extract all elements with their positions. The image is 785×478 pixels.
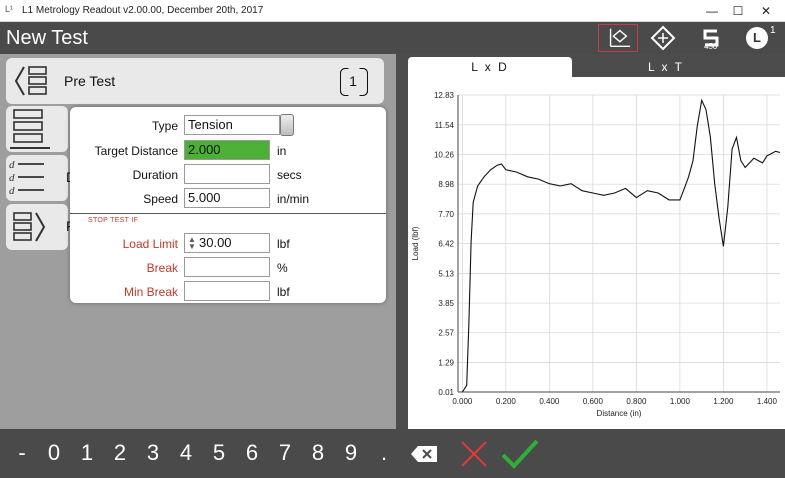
type-dropdown-button[interactable] xyxy=(280,114,294,136)
key-1[interactable]: 1 xyxy=(73,437,101,469)
key-2[interactable]: 2 xyxy=(106,437,134,469)
load-limit-input[interactable]: ▲ ▼ 30.00 xyxy=(184,233,270,253)
load-distance-chart: 0.01 1.29 2.57 3.85 5.13 6.42 7.70 8.98 10.26 11.… xyxy=(411,91,781,418)
key-3[interactable]: 3 xyxy=(139,437,167,469)
break-input[interactable] xyxy=(184,257,270,277)
step-row-post-test[interactable]: F xyxy=(6,204,75,250)
app-logo-icon: L¹ xyxy=(5,4,14,14)
step-number: 1 xyxy=(340,68,366,94)
tab-load-vs-time[interactable]: L x T xyxy=(586,57,746,77)
graph-area: 0.01 1.29 2.57 3.85 5.13 6.42 7.70 8.98 10.26 11.… xyxy=(408,77,785,429)
target-distance-label: Target Distance xyxy=(94,144,178,158)
cancel-icon[interactable] xyxy=(458,438,490,470)
duration-unit: secs xyxy=(277,168,302,182)
graph-pane: L x D L x T 0.01 1.29 2.57 3.85 5.13 6.42 7.70… xyxy=(396,54,785,429)
key-minus[interactable]: - xyxy=(8,437,36,469)
pre-test-step-icon xyxy=(14,66,47,96)
x-tick-label: 1.200 xyxy=(713,397,734,406)
y-tick-label: 12.83 xyxy=(434,91,455,100)
d-symbol-1: d xyxy=(9,159,15,171)
d-symbol-2: d xyxy=(9,172,15,184)
x-tick-label: 1.000 xyxy=(670,397,691,406)
x-tick-label: 0.200 xyxy=(496,397,517,406)
diamond-settings-icon[interactable] xyxy=(648,24,678,52)
page-title: New Test xyxy=(6,27,88,49)
y-tick-label: 7.70 xyxy=(438,210,454,219)
y-tick-label: 11.54 xyxy=(435,121,455,130)
speed-unit: in/min xyxy=(277,192,310,206)
user-avatar[interactable]: L xyxy=(746,27,768,49)
confirm-check-icon[interactable] xyxy=(500,438,540,470)
target-distance-input[interactable]: 2.000 xyxy=(184,140,270,160)
x-tick-label: 1.400 xyxy=(757,397,778,406)
key-7[interactable]: 7 xyxy=(271,437,299,469)
speed-input[interactable]: 5.000 xyxy=(184,188,270,208)
d-symbol-3: d xyxy=(9,185,15,197)
app-header: New Test 450 L 1 xyxy=(0,22,785,54)
y-axis-label: Load (lbf) xyxy=(411,226,420,260)
key-8[interactable]: 8 xyxy=(304,437,332,469)
target-distance-unit: in xyxy=(277,144,287,158)
stop-test-heading: STOP TEST IF xyxy=(88,217,139,224)
close-window-button[interactable]: ✕ xyxy=(754,2,778,20)
y-tick-label: 0.01 xyxy=(438,388,454,397)
y-tick-label: 2.57 xyxy=(438,329,454,338)
sample-counter: 450 xyxy=(704,42,718,51)
load-limit-unit: lbf xyxy=(277,237,290,251)
key-6[interactable]: 6 xyxy=(238,437,266,469)
step-row-pre-test[interactable]: Pre Test 1 xyxy=(6,58,384,104)
y-tick-label: 10.26 xyxy=(434,151,455,160)
window-titlebar: L¹ L1 Metrology Readout v2.00.00, Decemb… xyxy=(0,0,785,22)
x-axis-label: Distance (in) xyxy=(597,409,642,418)
keypad-bar: - 0 1 2 3 4 5 6 7 8 9 . xyxy=(0,429,785,478)
y-tick-label: 1.29 xyxy=(438,358,454,367)
x-tick-label: 0.000 xyxy=(452,397,473,406)
maximize-button[interactable]: ☐ xyxy=(726,2,750,20)
break-label: Break xyxy=(146,261,178,275)
distance-step-icon: d d d xyxy=(9,159,44,197)
backspace-icon[interactable] xyxy=(410,445,438,463)
min-break-label: Min Break xyxy=(123,285,178,299)
tab-load-vs-distance[interactable]: L x D xyxy=(408,57,572,77)
y-tick-label: 3.85 xyxy=(438,299,454,308)
min-break-unit: lbf xyxy=(277,285,290,299)
duration-label: Duration xyxy=(132,168,178,182)
step-row-test[interactable] xyxy=(6,106,68,152)
step-label: Pre Test xyxy=(64,73,116,89)
y-tick-label: 8.98 xyxy=(438,180,454,189)
x-tick-label: 0.400 xyxy=(539,397,560,406)
window-title: L1 Metrology Readout v2.00.00, December … xyxy=(22,5,264,16)
y-tick-label: 5.13 xyxy=(438,269,454,278)
min-break-input[interactable] xyxy=(184,281,270,301)
load-series-line xyxy=(461,98,781,393)
x-tick-label: 0.600 xyxy=(583,397,604,406)
test-settings-popup: Type Tension Target Distance 2.000 in Du… xyxy=(70,107,386,303)
section-divider xyxy=(70,213,386,214)
key-0[interactable]: 0 xyxy=(40,437,68,469)
y-tick-label: 6.42 xyxy=(438,240,454,249)
key-9[interactable]: 9 xyxy=(337,437,365,469)
type-label: Type xyxy=(151,119,178,133)
break-unit: % xyxy=(277,261,288,275)
speed-label: Speed xyxy=(143,192,178,206)
spinner-icon[interactable]: ▲ ▼ xyxy=(188,236,196,251)
key-5[interactable]: 5 xyxy=(205,437,233,469)
duration-input[interactable] xyxy=(184,164,270,184)
minimize-button[interactable]: — xyxy=(700,2,724,20)
key-4[interactable]: 4 xyxy=(172,437,200,469)
graph-view-icon[interactable] xyxy=(598,24,638,52)
key-decimal[interactable]: . xyxy=(370,437,398,469)
step-row-distance[interactable]: d d d D xyxy=(6,155,76,201)
user-number: 1 xyxy=(770,25,776,36)
x-tick-label: 0.800 xyxy=(626,397,647,406)
test-step-icon xyxy=(10,109,50,149)
load-limit-value: 30.00 xyxy=(199,235,232,250)
type-select[interactable]: Tension xyxy=(184,115,280,135)
post-test-step-icon xyxy=(13,212,46,242)
load-limit-label: Load Limit xyxy=(122,237,178,251)
